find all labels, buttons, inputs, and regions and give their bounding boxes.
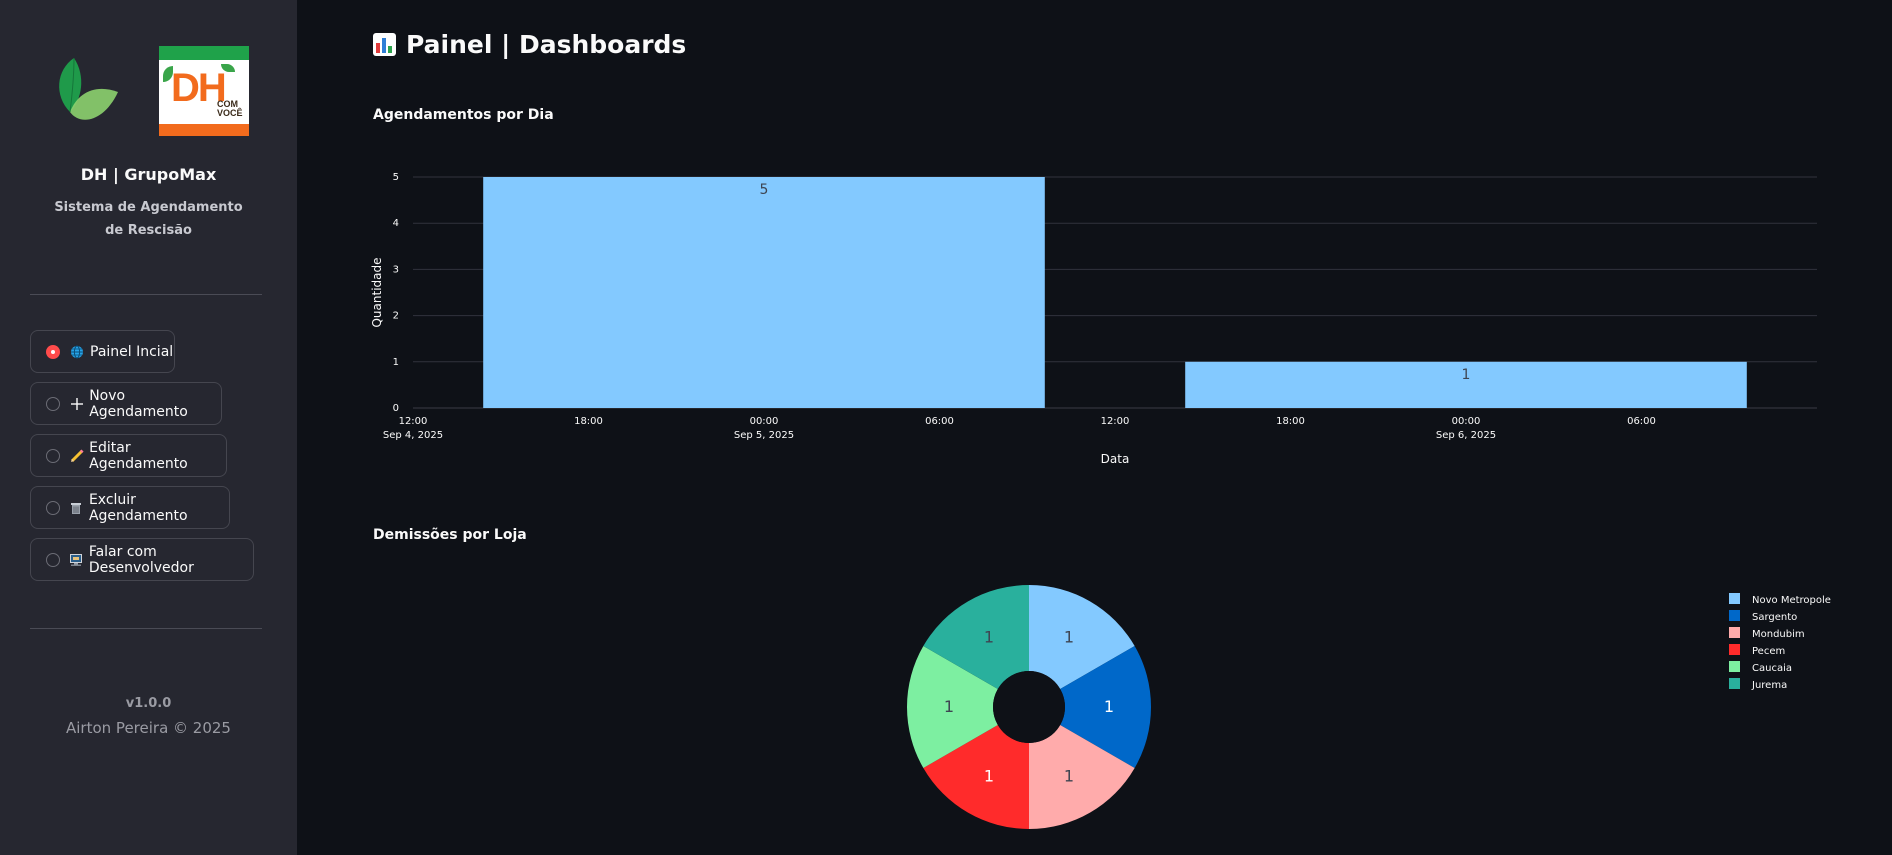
- x-tick-date-label: Sep 6, 2025: [1436, 430, 1496, 441]
- pie-data-label: 1: [984, 766, 994, 785]
- x-tick-label: 18:00: [1276, 416, 1305, 427]
- radio-selected-icon[interactable]: [46, 344, 60, 359]
- nav-label: Painel Incial: [90, 343, 174, 360]
- legend-label: Novo Metropole: [1752, 595, 1831, 606]
- nav-excluir-agendamento[interactable]: Excluir Agendamento: [30, 486, 230, 529]
- legend-swatch: [1729, 678, 1740, 689]
- page-title-text: Painel | Dashboards: [406, 30, 687, 59]
- x-tick-date-label: Sep 5, 2025: [734, 430, 794, 441]
- page-title: Painel | Dashboards: [373, 30, 686, 59]
- pie-hole: [993, 671, 1065, 743]
- legend-label: Pecem: [1752, 646, 1785, 657]
- pencil-icon: [69, 448, 84, 464]
- y-tick-label: 0: [393, 403, 399, 414]
- nav-label: Falar com Desenvolvedor: [88, 543, 194, 576]
- y-tick-label: 5: [393, 172, 399, 183]
- legend-label: Mondubim: [1752, 629, 1805, 640]
- x-tick-label: 12:00: [399, 416, 428, 427]
- pie-chart-title: Demissões por Loja: [373, 527, 527, 543]
- nav-editar-agendamento[interactable]: Editar Agendamento: [30, 434, 227, 477]
- radio-icon[interactable]: [46, 500, 60, 515]
- legend-label: Sargento: [1752, 612, 1797, 623]
- y-tick-label: 4: [393, 218, 399, 229]
- computer-icon: [69, 552, 84, 568]
- legend-label: Caucaia: [1752, 663, 1792, 674]
- bar-chart: 0 1 2 3 4 5 5 1 12:00 Sep 4, 2025 18:00 00:00 Sep 5,…: [370, 172, 1817, 466]
- radio-icon[interactable]: [46, 396, 60, 411]
- dh-com-voce-logo: DH COM VOCÊ: [159, 46, 249, 136]
- x-tick-label: 06:00: [1627, 416, 1656, 427]
- pie-data-label: 1: [1064, 766, 1074, 785]
- trash-icon: [69, 500, 84, 516]
- legend-swatch: [1729, 627, 1740, 638]
- y-tick-label: 1: [393, 357, 399, 368]
- app-subtitle: Sistema de Agendamento de Rescisão: [54, 200, 243, 238]
- divider: [30, 294, 262, 295]
- x-axis-label: Data: [1101, 452, 1130, 466]
- nav-novo-agendamento[interactable]: Novo Agendamento: [30, 382, 222, 425]
- nav-label: Editar Agendamento: [89, 439, 188, 472]
- bar: [483, 177, 1045, 408]
- x-tick-label: 12:00: [1101, 416, 1130, 427]
- bar-chart-icon: [373, 33, 396, 56]
- pie-data-label: 1: [944, 697, 954, 716]
- x-tick-label: 06:00: [925, 416, 954, 427]
- bar-data-label: 1: [1462, 367, 1471, 383]
- nav-falar-desenvolvedor[interactable]: Falar com Desenvolvedor: [30, 538, 254, 581]
- pie-chart: 1 1 1 1 1 1 Novo Metropole Sargento Mondubim Pece…: [907, 585, 1831, 829]
- radio-icon[interactable]: [46, 448, 60, 463]
- divider: [30, 628, 262, 629]
- x-tick-label: 18:00: [574, 416, 603, 427]
- pie-data-label: 1: [1064, 628, 1074, 647]
- app-title: DH | GrupoMax: [80, 165, 217, 184]
- bar-chart-title: Agendamentos por Dia: [373, 107, 554, 123]
- copyright-label: Airton Pereira © 2025: [66, 719, 231, 737]
- legend-swatch: [1729, 610, 1740, 621]
- globe-icon: [69, 344, 85, 360]
- x-tick-date-label: Sep 4, 2025: [383, 430, 443, 441]
- pie-data-label: 1: [984, 628, 994, 647]
- bar-data-label: 5: [760, 182, 769, 198]
- legend-swatch: [1729, 661, 1740, 672]
- nav-label: Excluir Agendamento: [88, 491, 188, 524]
- x-tick-label: 00:00: [1452, 416, 1481, 427]
- y-tick-label: 2: [393, 311, 399, 322]
- legend-swatch: [1729, 593, 1740, 604]
- plus-icon: [69, 396, 84, 412]
- nav-painel-inicial[interactable]: Painel Incial: [30, 330, 175, 373]
- pie-data-label: 1: [1104, 697, 1114, 716]
- x-tick-label: 00:00: [750, 416, 779, 427]
- y-tick-label: 3: [393, 264, 399, 275]
- nav-label: Novo Agendamento: [89, 387, 188, 420]
- sidebar: DH COM VOCÊ DH | GrupoMax Sistema de Agen…: [0, 0, 297, 855]
- legend-label: Jurema: [1751, 680, 1787, 691]
- version-label: v1.0.0: [125, 696, 172, 711]
- leaf-logo-icon: [59, 57, 118, 120]
- legend-swatch: [1729, 644, 1740, 655]
- y-axis-label: Quantidade: [370, 257, 384, 327]
- radio-icon[interactable]: [46, 552, 60, 567]
